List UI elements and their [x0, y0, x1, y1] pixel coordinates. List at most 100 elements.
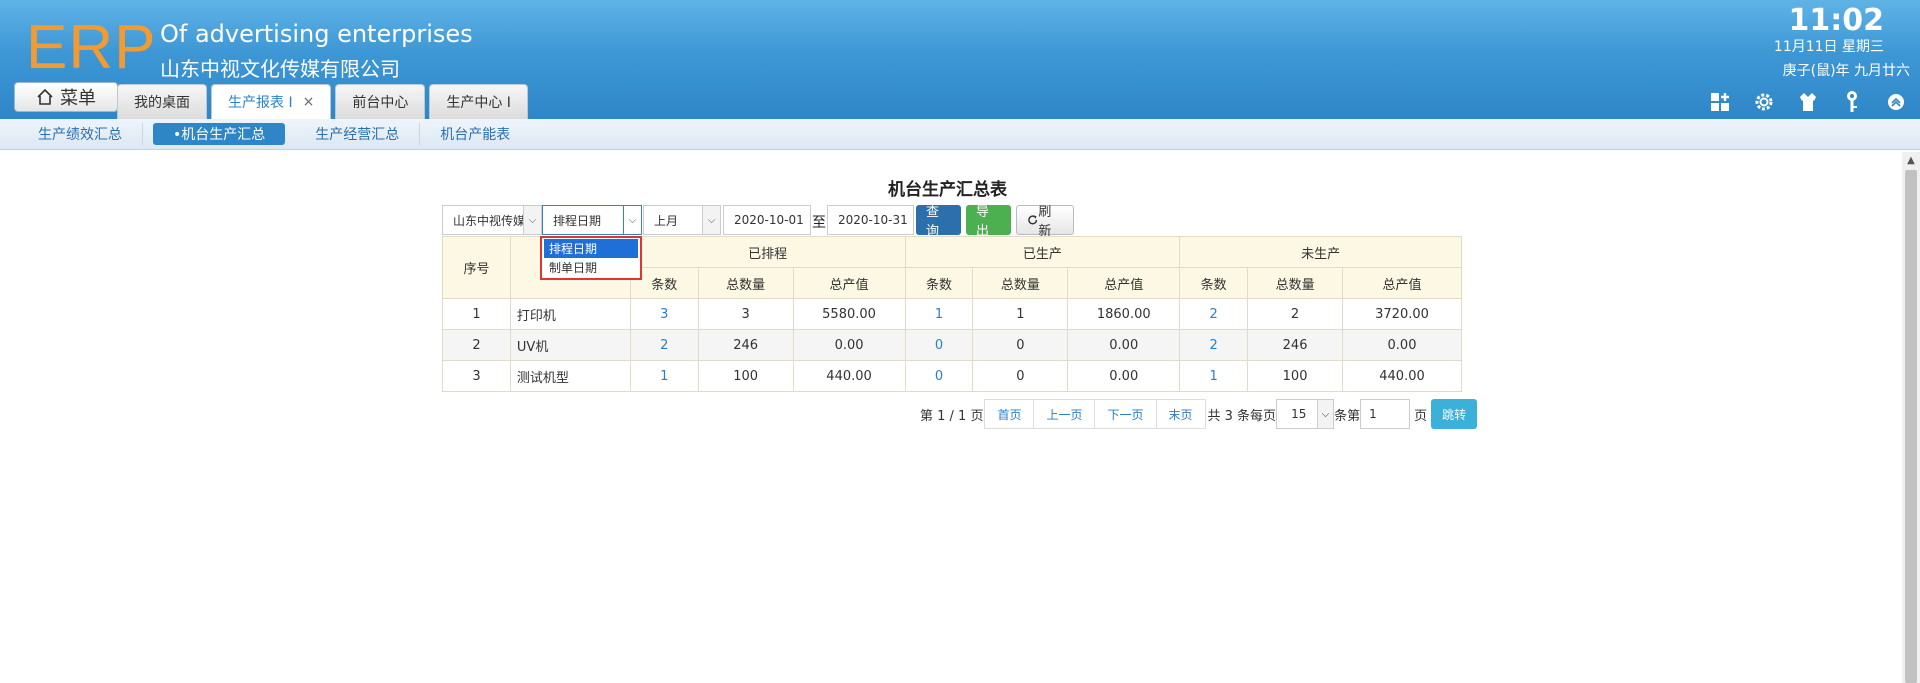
lunar-date: 庚子(鼠)年 九月廿六	[1782, 63, 1910, 79]
unproduced-qty: 246	[1247, 329, 1344, 361]
prev-page-button[interactable]: 上一页	[1033, 399, 1096, 429]
subnav-item-machine-summary[interactable]: •机台生产汇总	[153, 123, 286, 145]
header-quantity: 总数量	[1247, 267, 1344, 299]
header-unproduced: 未生产	[1179, 236, 1462, 268]
dropdown-option-order-date[interactable]: 制单日期	[544, 258, 638, 277]
produced-value: 1860.00	[1067, 298, 1181, 330]
home-icon	[37, 88, 53, 105]
next-page-button[interactable]: 下一页	[1094, 399, 1157, 429]
produced-value: 0.00	[1067, 360, 1181, 392]
period-select-value: 上月	[654, 213, 679, 228]
date-type-dropdown-list: 排程日期 制单日期	[540, 236, 642, 280]
clock-time: 11:02	[1788, 3, 1885, 38]
scroll-up-icon[interactable]: ▲	[1902, 152, 1920, 168]
toolbar-icons	[1706, 88, 1910, 116]
tab-label: 生产报表 I	[228, 95, 293, 111]
end-date-value: 2020-10-31	[838, 213, 908, 227]
produced-count-link[interactable]: 0	[904, 329, 974, 361]
company-name-en: Of advertising enterprises	[160, 20, 473, 48]
row-no: 1	[442, 298, 511, 330]
refresh-icon	[1028, 215, 1038, 225]
erp-app: ERP Of advertising enterprises 山东中视文化传媒有…	[0, 0, 1920, 683]
scheduled-qty: 100	[697, 360, 794, 392]
top-header: ERP Of advertising enterprises 山东中视文化传媒有…	[0, 0, 1920, 119]
unproduced-count-link[interactable]: 2	[1179, 329, 1249, 361]
subnav-item-operations[interactable]: 生产经营汇总	[295, 123, 421, 145]
export-button[interactable]: 导出	[966, 205, 1011, 239]
tab-bar: 我的桌面 生产报表 I × 前台中心 生产中心 I	[117, 84, 528, 119]
company-select[interactable]: 山东中视传媒 ⌵	[442, 205, 542, 235]
first-page-button[interactable]: 首页	[984, 399, 1035, 429]
tab-production-center[interactable]: 生产中心 I	[429, 84, 528, 119]
vertical-scrollbar[interactable]: ▲	[1902, 152, 1920, 683]
page-size-select[interactable]: 15 ⌵	[1276, 399, 1335, 429]
chevron-up-icon[interactable]	[1882, 88, 1910, 116]
jump-button[interactable]: 跳转	[1431, 399, 1478, 429]
dropdown-option-schedule-date[interactable]: 排程日期	[544, 239, 638, 258]
scheduled-value: 0.00	[792, 329, 906, 361]
header-scheduled: 已排程	[629, 236, 906, 268]
key-icon[interactable]	[1838, 88, 1866, 116]
tab-desktop[interactable]: 我的桌面	[117, 84, 207, 119]
end-date-input[interactable]: 2020-10-31	[827, 205, 914, 235]
unproduced-value: 440.00	[1342, 360, 1462, 392]
header-value: 总产值	[1067, 267, 1181, 299]
produced-count-link[interactable]: 0	[904, 360, 974, 392]
close-icon[interactable]: ×	[303, 94, 315, 110]
page-info: 第 1 / 1 页	[920, 408, 984, 424]
page-size-value: 15	[1291, 407, 1307, 421]
query-button[interactable]: 查询	[916, 205, 961, 239]
shirt-icon[interactable]	[1794, 88, 1822, 116]
table-row: 2 UV机 2 246 0.00 0 0 0.00 2 246 0.00	[442, 329, 1462, 361]
table-row: 3 测试机型 1 100 440.00 0 0 0.00 1 100 440.0…	[442, 360, 1462, 392]
date-type-select[interactable]: 排程日期 ⌵	[542, 205, 642, 235]
produced-value: 0.00	[1067, 329, 1181, 361]
scheduled-count-link[interactable]: 2	[629, 329, 699, 361]
sub-navigation: 生产绩效汇总 •机台生产汇总 生产经营汇总 机台产能表	[0, 119, 1920, 150]
date-range-separator: 至	[812, 215, 826, 231]
subnav-item-capacity[interactable]: 机台产能表	[420, 123, 530, 145]
tab-label: 我的桌面	[134, 95, 190, 111]
scheduled-count-link[interactable]: 3	[629, 298, 699, 330]
row-no: 2	[442, 329, 511, 361]
produced-count-link[interactable]: 1	[904, 298, 974, 330]
scheduled-count-link[interactable]: 1	[629, 360, 699, 392]
total-records: 共 3 条每页	[1207, 408, 1277, 424]
goto-page-input[interactable]: 1	[1360, 399, 1411, 429]
chevron-down-icon[interactable]: ⌵	[523, 206, 541, 234]
scroll-thumb[interactable]	[1905, 170, 1917, 683]
subnav-item-performance[interactable]: 生产绩效汇总	[18, 123, 143, 145]
goto-page-value: 1	[1369, 407, 1377, 421]
chevron-down-icon[interactable]: ⌵	[1317, 400, 1334, 428]
row-machine: UV机	[509, 329, 631, 361]
menu-button[interactable]: 菜单	[14, 82, 118, 112]
header-produced: 已生产	[904, 236, 1181, 268]
refresh-button[interactable]: 刷新	[1016, 205, 1074, 239]
produced-qty: 0	[972, 329, 1069, 361]
grid-add-icon[interactable]	[1706, 88, 1734, 116]
tab-label: 生产中心 I	[446, 95, 511, 111]
last-page-button[interactable]: 末页	[1155, 399, 1206, 429]
header-no: 序号	[442, 236, 511, 299]
row-machine: 测试机型	[509, 360, 631, 392]
goto-suffix: 页	[1414, 408, 1428, 424]
start-date-input[interactable]: 2020-10-01	[723, 205, 811, 235]
table-row: 1 打印机 3 3 5580.00 1 1 1860.00 2 2 3720.0…	[442, 298, 1462, 330]
period-select[interactable]: 上月 ⌵	[643, 205, 721, 235]
unproduced-value: 0.00	[1342, 329, 1462, 361]
tab-production-report[interactable]: 生产报表 I ×	[211, 84, 332, 119]
clock-date: 11月11日 星期三	[1773, 39, 1884, 55]
gear-icon[interactable]	[1750, 88, 1778, 116]
tab-front-desk[interactable]: 前台中心	[335, 84, 426, 119]
unproduced-count-link[interactable]: 2	[1179, 298, 1249, 330]
unproduced-count-link[interactable]: 1	[1179, 360, 1249, 392]
start-date-value: 2020-10-01	[734, 213, 804, 227]
row-no: 3	[442, 360, 511, 392]
chevron-down-icon[interactable]: ⌵	[623, 206, 641, 234]
scheduled-value: 5580.00	[792, 298, 906, 330]
tab-label: 前台中心	[352, 95, 409, 111]
header-value: 总产值	[1342, 267, 1462, 299]
scheduled-qty: 246	[697, 329, 794, 361]
chevron-down-icon[interactable]: ⌵	[702, 206, 720, 234]
erp-logo: ERP	[26, 13, 157, 82]
